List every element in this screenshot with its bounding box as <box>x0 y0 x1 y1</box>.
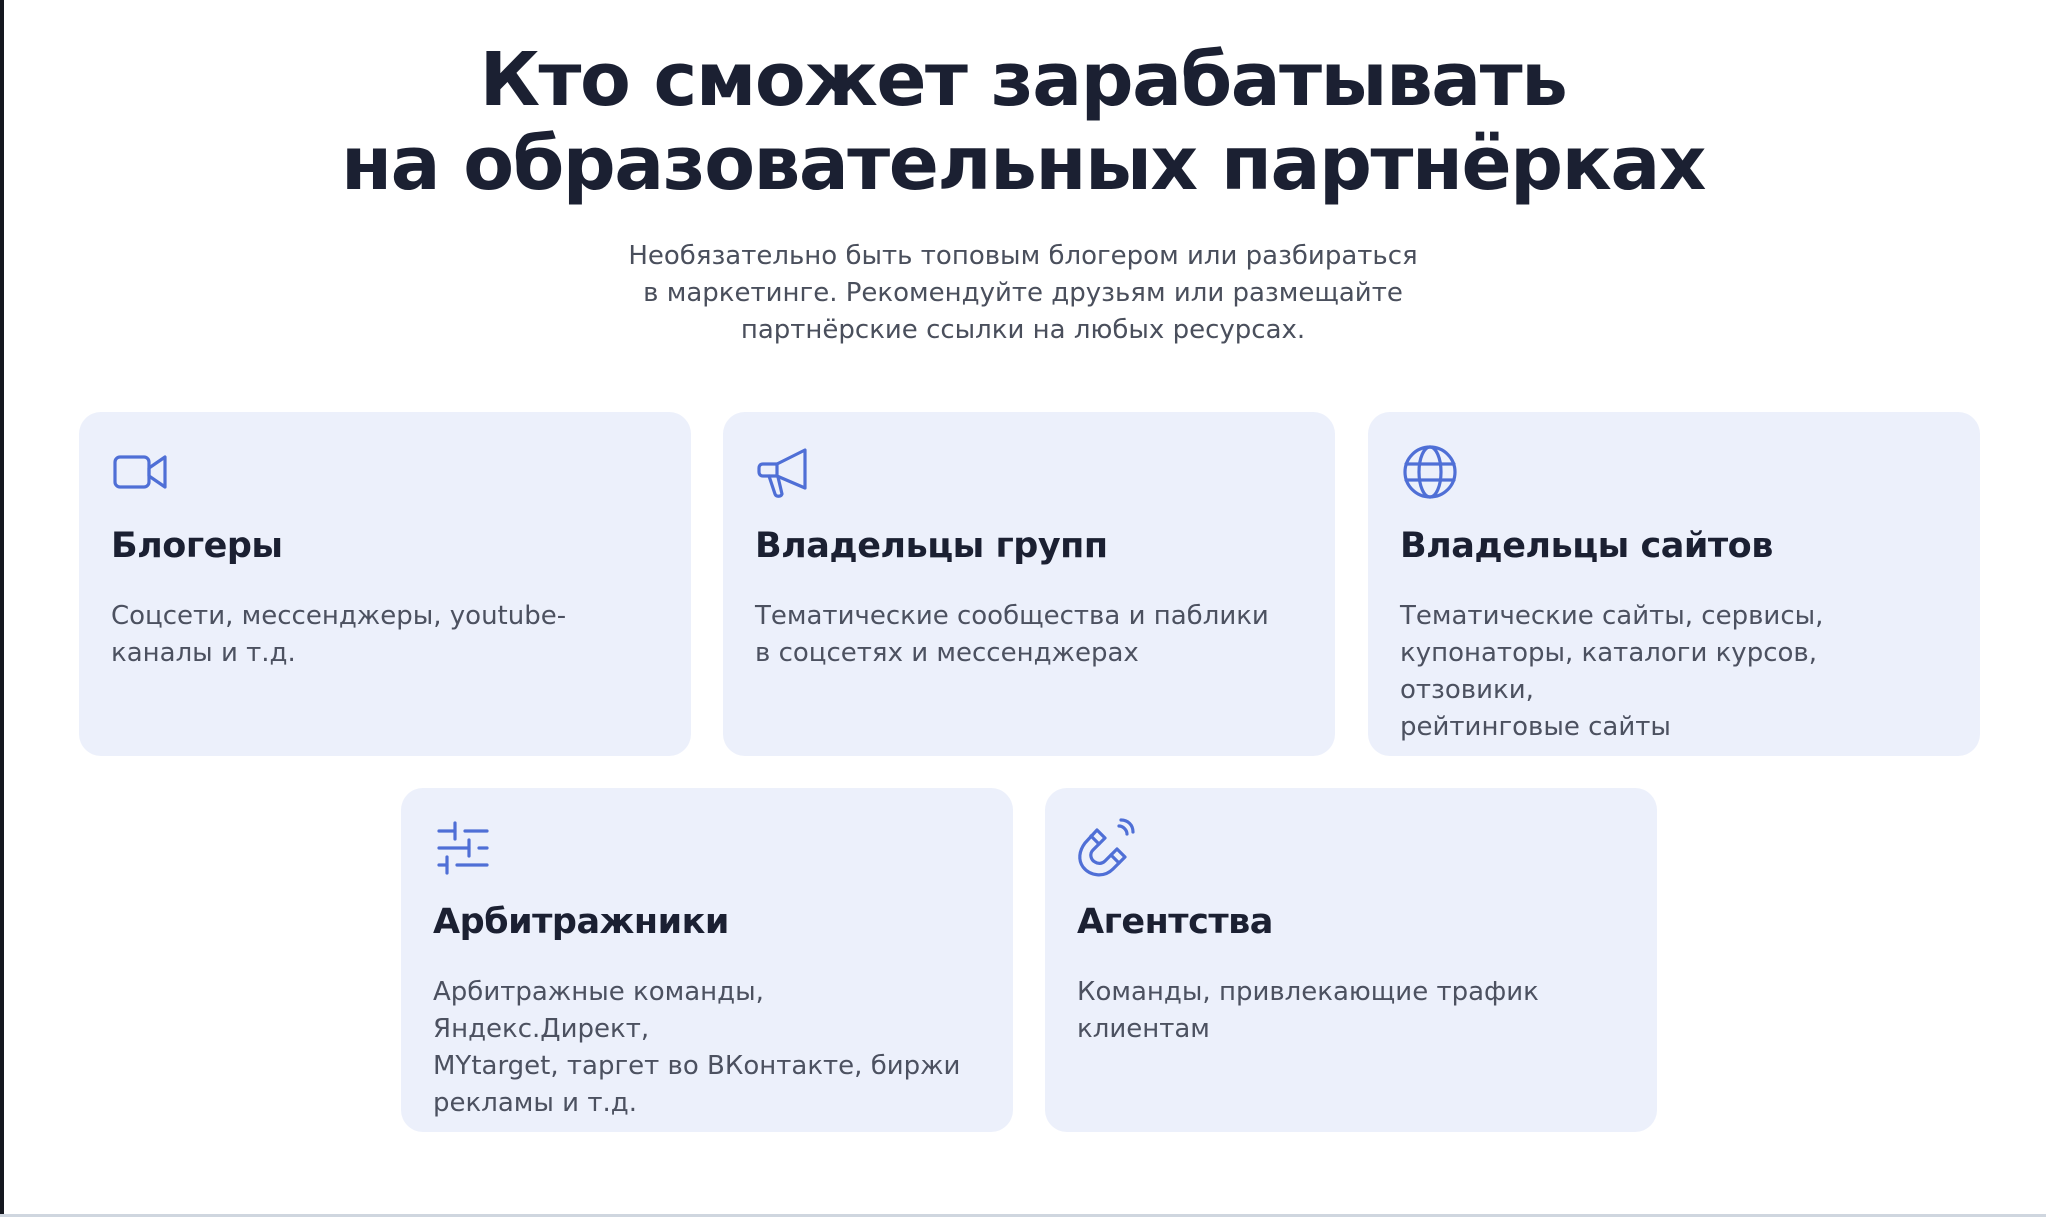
subtitle-line-1: Необязательно быть топовым блогером или … <box>628 241 1418 271</box>
card-description: Соцсети, мессенджеры, youtube- каналы и … <box>111 598 659 672</box>
card-description-line: Тематические сайты, сервисы, <box>1400 601 1824 631</box>
card-description-line: Арбитражные команды, Яндекс.Директ, <box>433 977 764 1044</box>
card-description-line: Тематические сообщества и паблики <box>755 601 1269 631</box>
card-arbitrage: Арбитражники Арбитражные команды, Яндекс… <box>401 788 1013 1132</box>
section-heading: Кто сможет зарабатывать на образовательн… <box>0 38 2046 206</box>
subtitle-line-2: в маркетинге. Рекомендуйте друзьям или р… <box>643 278 1403 308</box>
heading-line-1: Кто сможет зарабатывать <box>479 37 1568 123</box>
page: Кто сможет зарабатывать на образовательн… <box>0 0 2046 1217</box>
heading-line-2: на образовательных партнёрках <box>340 121 1707 207</box>
section-subtitle: Необязательно быть топовым блогером или … <box>0 238 2046 349</box>
video-camera-icon <box>111 442 171 502</box>
card-group-owners: Владельцы групп Тематические сообщества … <box>723 412 1335 756</box>
card-description-line: Команды, привлекающие трафик <box>1077 977 1539 1007</box>
card-agencies: Агентства Команды, привлекающие трафик к… <box>1045 788 1657 1132</box>
card-description: Тематические сайты, сервисы, купонаторы,… <box>1400 598 1948 746</box>
card-description-line: каналы и т.д. <box>111 638 296 668</box>
card-description: Арбитражные команды, Яндекс.Директ, MYta… <box>433 974 981 1122</box>
card-description-line: клиентам <box>1077 1014 1210 1044</box>
megaphone-icon <box>755 442 815 502</box>
subtitle-line-3: партнёрские ссылки на любых ресурсах. <box>740 315 1306 345</box>
card-description-line: Соцсети, мессенджеры, youtube- <box>111 601 567 631</box>
card-site-owners: Владельцы сайтов Тематические сайты, сер… <box>1368 412 1980 756</box>
sliders-icon <box>433 818 493 878</box>
card-title: Агентства <box>1077 902 1273 942</box>
card-title: Владельцы сайтов <box>1400 526 1773 566</box>
card-title: Арбитражники <box>433 902 729 942</box>
card-description-line: MYtarget, таргет во ВКонтакте, биржи <box>433 1051 961 1081</box>
card-description: Команды, привлекающие трафик клиентам <box>1077 974 1625 1048</box>
card-description-line: купонаторы, каталоги курсов, отзовики, <box>1400 638 1817 705</box>
magnet-icon <box>1077 818 1137 878</box>
card-description-line: в соцсетях и мессенджерах <box>755 638 1139 668</box>
card-description-line: рейтинговые сайты <box>1400 712 1671 742</box>
card-title: Блогеры <box>111 526 283 566</box>
card-description: Тематические сообщества и паблики в соцс… <box>755 598 1303 672</box>
card-description-line: рекламы и т.д. <box>433 1088 637 1118</box>
card-title: Владельцы групп <box>755 526 1108 566</box>
globe-icon <box>1400 442 1460 502</box>
card-bloggers: Блогеры Соцсети, мессенджеры, youtube- к… <box>79 412 691 756</box>
